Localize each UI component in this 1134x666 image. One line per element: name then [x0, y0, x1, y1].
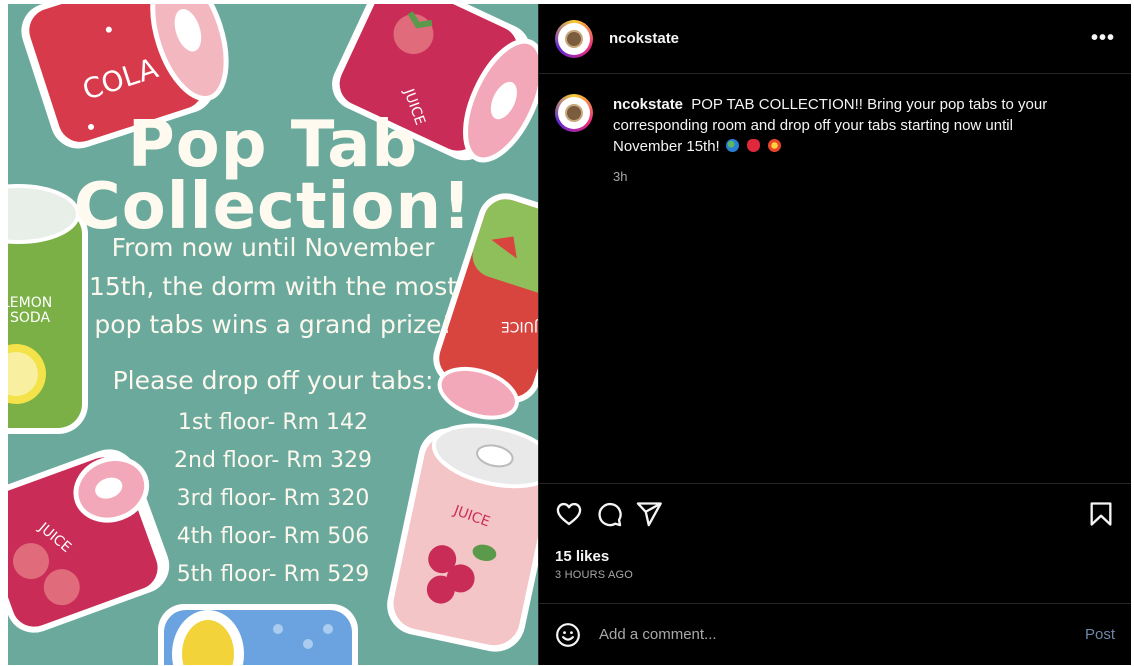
post-comment-button[interactable]: Post [1085, 626, 1115, 643]
header-username[interactable]: ncokstate [609, 30, 1091, 47]
comment-icon[interactable] [595, 500, 623, 528]
post-image[interactable]: COLA EMON SODA JUICE JUICE JUICE JUICE P… [8, 4, 538, 665]
post-dialog: COLA EMON SODA JUICE JUICE JUICE JUICE P… [8, 4, 1131, 665]
caption-body: ncokstate POP TAB COLLECTION!! Bring you… [613, 94, 1083, 483]
more-options-button[interactable]: ••• [1091, 27, 1115, 50]
collision-emoji-icon [768, 139, 782, 152]
poster-artwork: COLA EMON SODA JUICE JUICE JUICE JUICE [8, 4, 538, 665]
avatar-inner [558, 22, 590, 55]
action-icon-row [555, 494, 1115, 534]
like-count[interactable]: 15 likes [555, 548, 1115, 565]
avatar[interactable] [555, 19, 593, 58]
comment-input[interactable] [597, 625, 1085, 644]
soda-label: SODA [10, 310, 50, 326]
comment-bar: Post [539, 603, 1131, 665]
profile-picture-icon [565, 29, 583, 48]
caption-area: ncokstate POP TAB COLLECTION!! Bring you… [539, 74, 1131, 483]
globe-emoji-icon [725, 139, 739, 152]
post-actions: 15 likes 3 HOURS AGO [539, 483, 1131, 603]
lemon-label: LEMON [8, 295, 52, 311]
caption-avatar[interactable] [555, 94, 593, 132]
emoji-picker-icon[interactable] [555, 622, 581, 648]
post-age: 3 HOURS AGO [555, 569, 633, 581]
caption-avatar-inner [558, 97, 590, 129]
heart-icon[interactable] [555, 500, 583, 528]
bookmark-icon[interactable] [1087, 500, 1115, 528]
caption-username[interactable]: ncokstate [613, 96, 683, 113]
post-header: ncokstate ••• [539, 4, 1131, 74]
strawberry-emoji-icon [747, 139, 761, 152]
blue-can [158, 604, 358, 665]
caption-timestamp[interactable]: 3h [613, 169, 1083, 184]
caption-text: ncokstate POP TAB COLLECTION!! Bring you… [613, 94, 1083, 157]
juice-right-label: JUICE [501, 318, 538, 334]
profile-picture-icon [565, 104, 583, 122]
post-side-panel: ncokstate ••• ncokstate POP TAB COLLECTI… [538, 4, 1131, 665]
share-icon[interactable] [635, 500, 663, 528]
